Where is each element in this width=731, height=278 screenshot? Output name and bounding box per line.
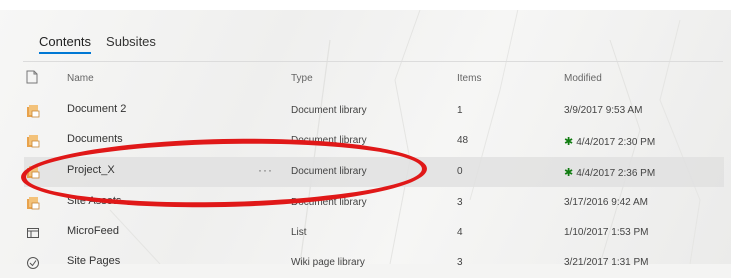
table-row[interactable]: MicroFeed List 4 1/10/2017 1:53 PM: [24, 218, 724, 248]
new-item-icon: ✱: [564, 167, 574, 179]
row-modified: 1/10/2017 1:53 PM: [564, 227, 649, 238]
row-items: 4: [457, 227, 463, 238]
library-icon: [26, 104, 40, 118]
row-items: 48: [457, 135, 469, 146]
top-strip: [0, 0, 731, 10]
row-modified: ✱ 4/4/2017 2:36 PM: [564, 167, 656, 179]
row-items: 1: [457, 105, 463, 116]
table-row[interactable]: Document 2 Document library 1 3/9/2017 9…: [24, 96, 724, 126]
tab-contents[interactable]: Contents: [39, 34, 92, 54]
tab-bar: Contents Subsites: [39, 34, 156, 54]
row-items: 0: [457, 166, 463, 177]
library-icon: [26, 196, 40, 210]
tab-subsites[interactable]: Subsites: [106, 34, 156, 54]
column-header-row: Name Type Items Modified: [24, 65, 724, 91]
column-header-name[interactable]: Name: [67, 73, 94, 84]
row-modified: 3/9/2017 9:53 AM: [564, 105, 643, 116]
row-name[interactable]: Site Pages: [67, 255, 120, 267]
file-type-icon[interactable]: [26, 70, 38, 87]
column-header-modified[interactable]: Modified: [564, 73, 602, 84]
pages-icon: [26, 256, 40, 270]
library-icon: [26, 134, 40, 148]
table-row[interactable]: Site Pages Wiki page library 3 3/21/2017…: [24, 248, 724, 278]
row-modified: 3/17/2016 9:42 AM: [564, 197, 648, 208]
row-type: List: [291, 227, 307, 238]
list-icon: [26, 226, 40, 240]
row-name[interactable]: Documents: [67, 133, 123, 145]
row-type: Document library: [291, 105, 367, 116]
row-name[interactable]: Document 2: [67, 103, 126, 115]
column-header-items[interactable]: Items: [457, 73, 481, 84]
tab-divider: [23, 61, 723, 62]
new-item-icon: ✱: [564, 136, 574, 148]
row-items: 3: [457, 257, 463, 268]
row-items: 3: [457, 197, 463, 208]
row-modified: ✱ 4/4/2017 2:30 PM: [564, 136, 656, 148]
row-name[interactable]: MicroFeed: [67, 225, 119, 237]
column-header-type[interactable]: Type: [291, 73, 313, 84]
row-type: Wiki page library: [291, 257, 365, 268]
row-modified: 3/21/2017 1:31 PM: [564, 257, 649, 268]
